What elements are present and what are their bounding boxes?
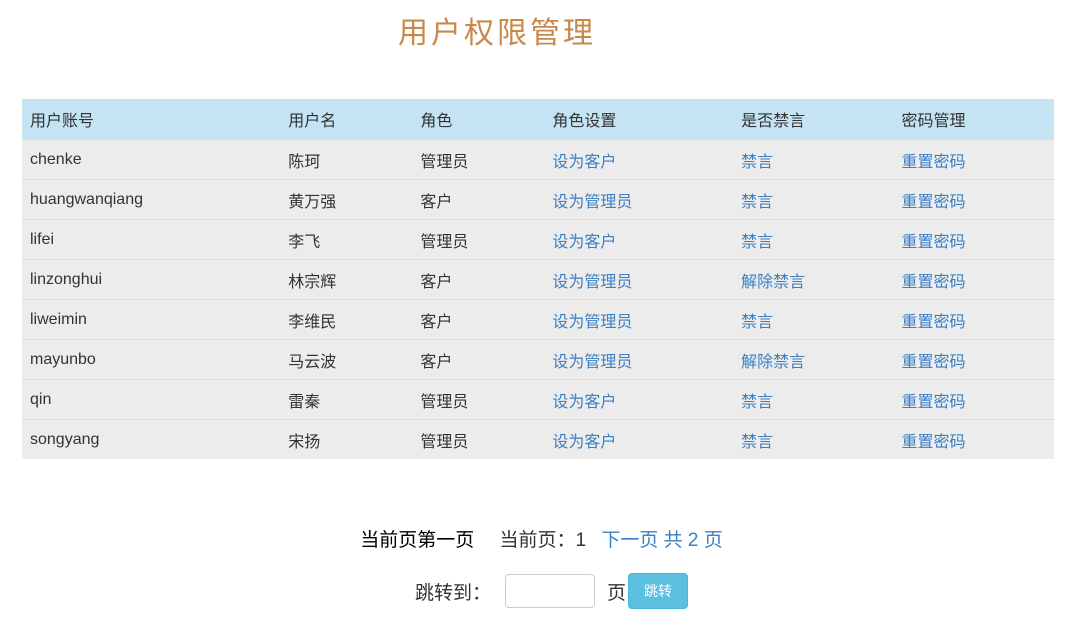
first-page-text: 当前页第一页 xyxy=(360,530,475,551)
cell-mute: 禁言 xyxy=(733,179,894,220)
table-row: mayunbo 马云波 客户 设为管理员 解除禁言 重置密码 xyxy=(22,339,1054,380)
mute-link[interactable]: 禁言 xyxy=(741,394,773,411)
cell-password: 重置密码 xyxy=(893,339,1054,380)
jump-label: 跳转到： xyxy=(415,582,492,604)
role-setting-link[interactable]: 设为客户 xyxy=(552,154,616,171)
role-setting-link[interactable]: 设为管理员 xyxy=(552,274,632,291)
cell-account: songyang xyxy=(22,419,281,459)
cell-password: 重置密码 xyxy=(893,259,1054,300)
cell-mute: 禁言 xyxy=(733,299,894,340)
password-link[interactable]: 重置密码 xyxy=(902,394,966,411)
mute-link[interactable]: 禁言 xyxy=(741,234,773,251)
mute-link[interactable]: 禁言 xyxy=(741,314,773,331)
cell-mute: 禁言 xyxy=(733,379,894,420)
cell-username: 李维民 xyxy=(280,299,413,340)
table-row: linzonghui 林宗辉 客户 设为管理员 解除禁言 重置密码 xyxy=(22,259,1054,300)
cell-role: 管理员 xyxy=(412,139,545,180)
total-pages-text: 共 2 页 xyxy=(663,530,723,551)
cell-role-setting: 设为管理员 xyxy=(544,179,734,220)
password-link[interactable]: 重置密码 xyxy=(902,274,966,291)
mute-link[interactable]: 解除禁言 xyxy=(741,274,805,291)
cell-username: 雷秦 xyxy=(280,379,413,420)
cell-username: 宋扬 xyxy=(280,419,413,459)
cell-account: linzonghui xyxy=(22,259,281,300)
password-link[interactable]: 重置密码 xyxy=(902,154,966,171)
cell-username: 黄万强 xyxy=(280,179,413,220)
cell-role: 客户 xyxy=(412,299,545,340)
cell-password: 重置密码 xyxy=(893,299,1054,340)
mute-link[interactable]: 禁言 xyxy=(741,154,773,171)
cell-mute: 禁言 xyxy=(733,219,894,260)
cell-role: 管理员 xyxy=(412,419,545,459)
jump-button[interactable]: 跳转 xyxy=(628,573,689,609)
cell-role: 管理员 xyxy=(412,219,545,260)
cell-password: 重置密码 xyxy=(893,179,1054,220)
column-header-password: 密码管理 xyxy=(893,99,1054,140)
pagination: 当前页第一页 当前页：1 下一页 共 2 页 xyxy=(0,525,1073,552)
role-setting-link[interactable]: 设为客户 xyxy=(552,234,616,251)
column-header-username: 用户名 xyxy=(280,99,413,140)
table-row: chenke 陈珂 管理员 设为客户 禁言 重置密码 xyxy=(22,139,1054,180)
cell-mute: 禁言 xyxy=(733,419,894,459)
mute-link[interactable]: 禁言 xyxy=(741,194,773,211)
page-number-input[interactable] xyxy=(505,574,596,608)
column-header-mute: 是否禁言 xyxy=(733,99,894,140)
table-row: qin 雷秦 管理员 设为客户 禁言 重置密码 xyxy=(22,379,1054,420)
cell-mute: 解除禁言 xyxy=(733,339,894,380)
page-unit: 页 xyxy=(607,582,627,604)
cell-mute: 禁言 xyxy=(733,139,894,180)
column-header-role: 角色 xyxy=(412,99,545,140)
column-header-role-setting: 角色设置 xyxy=(544,99,734,140)
cell-role-setting: 设为客户 xyxy=(544,379,734,420)
mute-link[interactable]: 禁言 xyxy=(741,434,773,451)
password-link[interactable]: 重置密码 xyxy=(902,194,966,211)
cell-account: chenke xyxy=(22,139,281,180)
cell-role: 客户 xyxy=(412,339,545,380)
password-link[interactable]: 重置密码 xyxy=(902,434,966,451)
page-title: 用户权限管理 xyxy=(398,16,596,51)
cell-role-setting: 设为客户 xyxy=(544,219,734,260)
role-setting-link[interactable]: 设为管理员 xyxy=(552,314,632,331)
current-page-text: 当前页：1 xyxy=(499,530,587,551)
page-jump: 跳转到： 页 跳转 xyxy=(415,573,689,609)
cell-role-setting: 设为管理员 xyxy=(544,259,734,300)
cell-password: 重置密码 xyxy=(893,419,1054,459)
cell-account: qin xyxy=(22,379,281,420)
cell-role: 客户 xyxy=(412,259,545,300)
user-table: 用户账号 用户名 角色 角色设置 是否禁言 密码管理 chenke 陈珂 管理员 设为客户 禁言重… xyxy=(22,99,1054,459)
cell-mute: 解除禁言 xyxy=(733,259,894,300)
table-row: lifei 李飞 管理员 设为客户 禁言 重置密码 xyxy=(22,219,1054,260)
password-link[interactable]: 重置密码 xyxy=(902,314,966,331)
cell-role-setting: 设为管理员 xyxy=(544,299,734,340)
role-setting-link[interactable]: 设为管理员 xyxy=(552,194,632,211)
column-header-account: 用户账号 xyxy=(22,99,281,140)
cell-role-setting: 设为管理员 xyxy=(544,339,734,380)
cell-role: 客户 xyxy=(412,179,545,220)
cell-password: 重置密码 xyxy=(893,139,1054,180)
cell-username: 李飞 xyxy=(280,219,413,260)
password-link[interactable]: 重置密码 xyxy=(902,234,966,251)
cell-username: 林宗辉 xyxy=(280,259,413,300)
role-setting-link[interactable]: 设为管理员 xyxy=(552,354,632,371)
cell-role-setting: 设为客户 xyxy=(544,139,734,180)
table-row: songyang 宋扬 管理员 设为客户 禁言 重置密码 xyxy=(22,419,1054,459)
cell-password: 重置密码 xyxy=(893,379,1054,420)
role-setting-link[interactable]: 设为客户 xyxy=(552,394,616,411)
mute-link[interactable]: 解除禁言 xyxy=(741,354,805,371)
cell-account: liweimin xyxy=(22,299,281,340)
cell-account: lifei xyxy=(22,219,281,260)
cell-role-setting: 设为客户 xyxy=(544,419,734,459)
password-link[interactable]: 重置密码 xyxy=(902,354,966,371)
table-row: liweimin 李维民 客户 设为管理员 禁言 重置密码 xyxy=(22,299,1054,340)
table-row: huangwanqiang 黄万强 客户 设为管理员 禁言 重置密码 xyxy=(22,179,1054,220)
cell-account: mayunbo xyxy=(22,339,281,380)
cell-account: huangwanqiang xyxy=(22,179,281,220)
role-setting-link[interactable]: 设为客户 xyxy=(552,434,616,451)
cell-password: 重置密码 xyxy=(893,219,1054,260)
cell-username: 马云波 xyxy=(280,339,413,380)
cell-role: 管理员 xyxy=(412,379,545,420)
next-page-link[interactable]: 下一页 xyxy=(601,530,658,551)
cell-username: 陈珂 xyxy=(280,139,413,180)
